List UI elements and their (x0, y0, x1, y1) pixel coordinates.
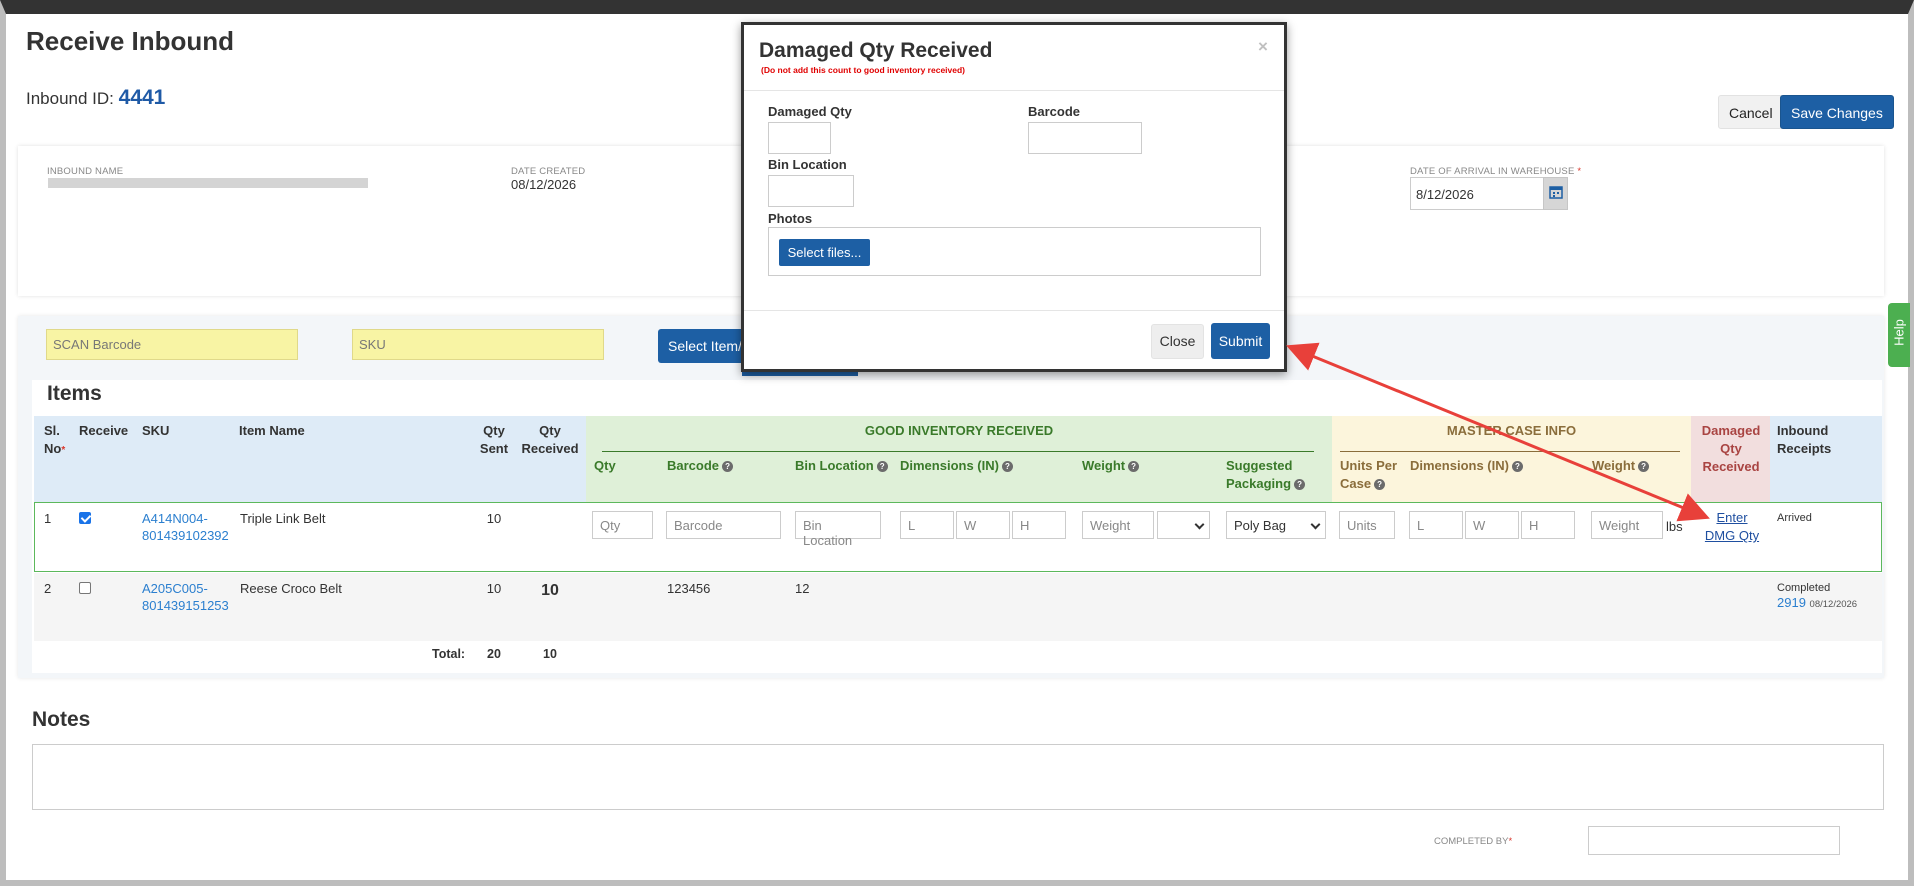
annotation-arrow (1286, 342, 1710, 522)
